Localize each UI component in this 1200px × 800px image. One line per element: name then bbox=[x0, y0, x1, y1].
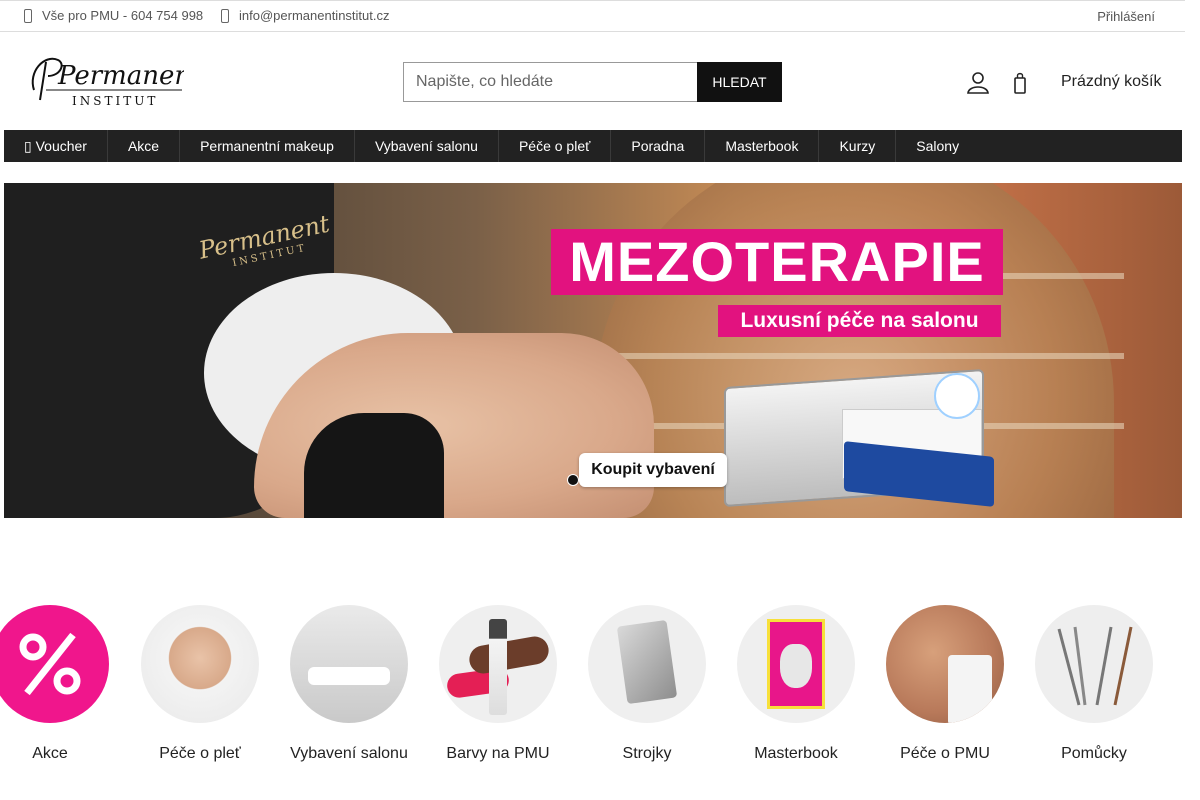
cart-label[interactable]: Prázdný košík bbox=[1061, 73, 1161, 91]
nav-item-permanentni-makeup[interactable]: Permanentní makeup bbox=[180, 130, 355, 162]
category-barvy-na-pmu[interactable]: Barvy na PMU bbox=[423, 605, 573, 763]
nav-item-kurzy[interactable]: Kurzy bbox=[819, 130, 897, 162]
machine-device-shape bbox=[616, 619, 678, 705]
user-account-icon[interactable] bbox=[966, 70, 990, 94]
category-masterbook-image bbox=[737, 605, 855, 723]
aftercare-tube bbox=[948, 655, 992, 723]
category-pece-o-pmu[interactable]: Péče o PMU bbox=[870, 605, 1020, 763]
nav-item-voucher[interactable]: ▯ Voucher bbox=[4, 130, 108, 162]
nav-item-akce[interactable]: Akce bbox=[108, 130, 181, 162]
category-label: Péče o PMU bbox=[900, 745, 990, 762]
slider-dot-3[interactable] bbox=[607, 474, 619, 486]
top-bar: Vše pro PMU - 604 754 998 info@permanent… bbox=[0, 0, 1185, 32]
slider-dot-2[interactable] bbox=[587, 474, 599, 486]
site-logo[interactable]: Permanent INSTITUT bbox=[24, 50, 184, 110]
login-link[interactable]: Přihlášení bbox=[1097, 9, 1155, 24]
category-pece-o-pmu-image bbox=[886, 605, 1004, 723]
logo-subtext: INSTITUT bbox=[72, 94, 158, 108]
phone-text: Vše pro PMU - 604 754 998 bbox=[42, 8, 204, 23]
nav-item-poradna[interactable]: Poradna bbox=[611, 130, 706, 162]
hero-title: MEZOTERAPIE bbox=[551, 229, 1003, 295]
category-carousel: Akce Péče o pleť Vybavení salonu Barvy n… bbox=[0, 605, 1200, 765]
nav-item-masterbook[interactable]: Masterbook bbox=[705, 130, 820, 162]
hero-subtitle: Luxusní péče na salonu bbox=[718, 305, 1001, 337]
slider-dot-1[interactable] bbox=[567, 474, 579, 486]
phone-icon bbox=[24, 8, 32, 23]
slider-dots bbox=[567, 474, 619, 486]
phone-contact[interactable]: Vše pro PMU - 604 754 998 bbox=[24, 8, 203, 23]
category-akce-image bbox=[0, 605, 109, 723]
logo-text: Permanent bbox=[57, 61, 184, 91]
category-masterbook[interactable]: Masterbook bbox=[721, 605, 871, 763]
salon-bed-shape bbox=[308, 667, 390, 685]
email-icon bbox=[221, 8, 229, 23]
category-pece-o-plet-image bbox=[141, 605, 259, 723]
category-akce[interactable]: Akce bbox=[0, 605, 125, 763]
email-text: info@permanentinstitut.cz bbox=[239, 8, 390, 23]
email-contact[interactable]: info@permanentinstitut.cz bbox=[221, 8, 390, 23]
cart-icon[interactable] bbox=[1013, 72, 1027, 94]
category-vybaveni-salonu-image bbox=[290, 605, 408, 723]
category-strojky-image bbox=[588, 605, 706, 723]
percent-icon bbox=[19, 632, 81, 696]
tools-icon bbox=[1057, 626, 1133, 706]
masterbook-face bbox=[780, 644, 812, 688]
pigment-bottle bbox=[489, 619, 507, 715]
category-vybaveni-salonu[interactable]: Vybavení salonu bbox=[274, 605, 424, 763]
category-pece-o-plet[interactable]: Péče o pleť bbox=[125, 605, 275, 763]
search-bar: HLEDAT bbox=[403, 62, 782, 102]
gift-icon: ▯ bbox=[24, 138, 36, 154]
category-label: Péče o pleť bbox=[159, 745, 241, 762]
category-label: Barvy na PMU bbox=[446, 745, 550, 762]
pigment-swatch-brown bbox=[467, 634, 551, 676]
hero-banner[interactable]: Permanent INSTITUT MEZOTERAPIE Luxusní pé… bbox=[4, 183, 1182, 518]
category-label: Vybavení salonu bbox=[290, 745, 408, 762]
search-input[interactable] bbox=[403, 62, 697, 102]
nav-item-salony[interactable]: Salony bbox=[896, 130, 979, 162]
category-strojky[interactable]: Strojky bbox=[572, 605, 722, 763]
hero-shelf bbox=[564, 353, 1124, 359]
category-barvy-na-pmu-image bbox=[439, 605, 557, 723]
main-navigation: ▯ Voucher Akce Permanentní makeup Vybave… bbox=[4, 130, 1182, 162]
hero-glove bbox=[304, 413, 444, 518]
category-label: Strojky bbox=[622, 745, 672, 762]
category-label: Akce bbox=[32, 745, 68, 762]
masterbook-cover bbox=[767, 619, 825, 709]
nav-item-vybaveni-salonu[interactable]: Vybavení salonu bbox=[355, 130, 499, 162]
search-button[interactable]: HLEDAT bbox=[697, 62, 782, 102]
nav-item-pece-o-plet[interactable]: Péče o pleť bbox=[499, 130, 612, 162]
category-label: Masterbook bbox=[754, 745, 838, 762]
category-pomucky[interactable]: Pomůcky bbox=[1019, 605, 1169, 763]
category-pomucky-image bbox=[1035, 605, 1153, 723]
category-label: Pomůcky bbox=[1061, 745, 1127, 762]
hero-product-logo bbox=[934, 373, 980, 419]
